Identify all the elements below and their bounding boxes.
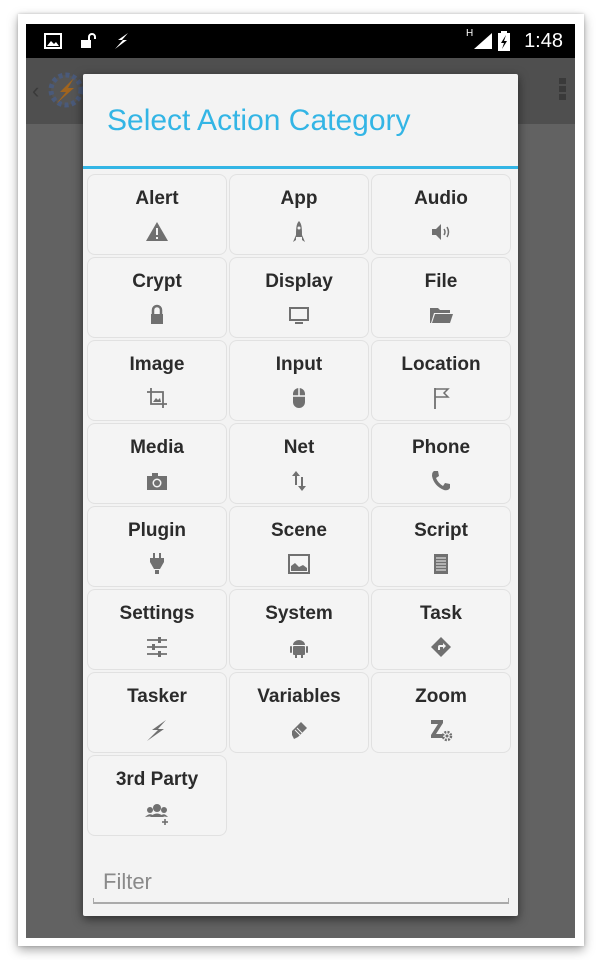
- status-bar: H 1:48: [26, 24, 575, 58]
- camera-icon: [143, 467, 171, 495]
- category-plugin[interactable]: Plugin: [87, 506, 227, 587]
- category-label: Settings: [119, 603, 195, 624]
- monitor-icon: [285, 301, 313, 329]
- category-location[interactable]: Location: [371, 340, 511, 421]
- category-grid: Alert App Audio Crypt Display File Image Input L…: [87, 174, 514, 836]
- category-label: Display: [265, 271, 333, 292]
- category-label: Location: [401, 354, 481, 375]
- warning-icon: [143, 218, 171, 246]
- back-chevron-icon[interactable]: ‹: [32, 78, 39, 104]
- rocket-icon: [285, 218, 313, 246]
- category-image[interactable]: Image: [87, 340, 227, 421]
- category-phone[interactable]: Phone: [371, 423, 511, 504]
- flag-icon: [427, 384, 455, 412]
- category-label: Zoom: [415, 686, 467, 707]
- phone-icon: [427, 467, 455, 495]
- category-input[interactable]: Input: [229, 340, 369, 421]
- status-time: 1:48: [524, 30, 563, 52]
- category-label: System: [265, 603, 333, 624]
- category-label: File: [424, 271, 458, 292]
- category-3rd-party[interactable]: 3rd Party: [87, 755, 227, 836]
- category-tasker[interactable]: Tasker: [87, 672, 227, 753]
- category-label: Net: [283, 437, 315, 458]
- category-net[interactable]: Net: [229, 423, 369, 504]
- category-script[interactable]: Script: [371, 506, 511, 587]
- category-file[interactable]: File: [371, 257, 511, 338]
- overflow-menu-icon[interactable]: [559, 78, 567, 102]
- category-app[interactable]: App: [229, 174, 369, 255]
- plug-icon: [143, 550, 171, 578]
- category-system[interactable]: System: [229, 589, 369, 670]
- category-label: Image: [129, 354, 185, 375]
- mouse-icon: [285, 384, 313, 412]
- network-type-label: H: [466, 28, 474, 39]
- lock-icon: [143, 301, 171, 329]
- filter-input[interactable]: [93, 864, 509, 900]
- category-label: Audio: [414, 188, 468, 209]
- category-scene[interactable]: Scene: [229, 506, 369, 587]
- category-task[interactable]: Task: [371, 589, 511, 670]
- image-icon: [44, 32, 62, 50]
- unlock-icon: [80, 32, 98, 50]
- lightning-icon: [143, 716, 171, 744]
- pencil-tag-icon: [285, 716, 313, 744]
- category-alert[interactable]: Alert: [87, 174, 227, 255]
- category-display[interactable]: Display: [229, 257, 369, 338]
- speaker-icon: [427, 218, 455, 246]
- category-crypt[interactable]: Crypt: [87, 257, 227, 338]
- android-icon: [285, 633, 313, 661]
- signal-h-icon: H: [466, 28, 496, 50]
- category-label: 3rd Party: [115, 769, 199, 790]
- category-label: Tasker: [127, 686, 187, 707]
- dialog-title: Select Action Category: [107, 104, 411, 137]
- category-label: Scene: [271, 520, 327, 541]
- category-settings[interactable]: Settings: [87, 589, 227, 670]
- category-variables[interactable]: Variables: [229, 672, 369, 753]
- category-zoom[interactable]: Zoom: [371, 672, 511, 753]
- category-label: Plugin: [127, 520, 187, 541]
- category-label: Media: [130, 437, 184, 458]
- zoom-gear-icon: [427, 716, 455, 744]
- document-lines-icon: [427, 550, 455, 578]
- title-divider: [83, 166, 518, 169]
- folder-icon: [427, 301, 455, 329]
- crop-icon: [143, 384, 171, 412]
- category-label: App: [280, 188, 318, 209]
- filter-field[interactable]: [93, 864, 509, 904]
- tasker-logo-icon[interactable]: [46, 70, 86, 115]
- category-label: Task: [420, 603, 462, 624]
- category-label: Phone: [411, 437, 471, 458]
- battery-charging-icon: [498, 31, 510, 51]
- category-label: Crypt: [132, 271, 182, 292]
- category-label: Alert: [135, 188, 179, 209]
- category-media[interactable]: Media: [87, 423, 227, 504]
- tasker-bolt-icon: [112, 32, 132, 50]
- picture-icon: [285, 550, 313, 578]
- direction-sign-icon: [427, 633, 455, 661]
- select-action-category-dialog: Select Action Category Alert App Audio Cryp…: [83, 74, 518, 916]
- group-add-icon: [143, 799, 171, 827]
- up-down-arrows-icon: [285, 467, 313, 495]
- sliders-icon: [143, 633, 171, 661]
- category-label: Input: [275, 354, 323, 375]
- category-label: Script: [414, 520, 468, 541]
- category-audio[interactable]: Audio: [371, 174, 511, 255]
- filter-underline: [93, 898, 509, 904]
- category-label: Variables: [257, 686, 341, 707]
